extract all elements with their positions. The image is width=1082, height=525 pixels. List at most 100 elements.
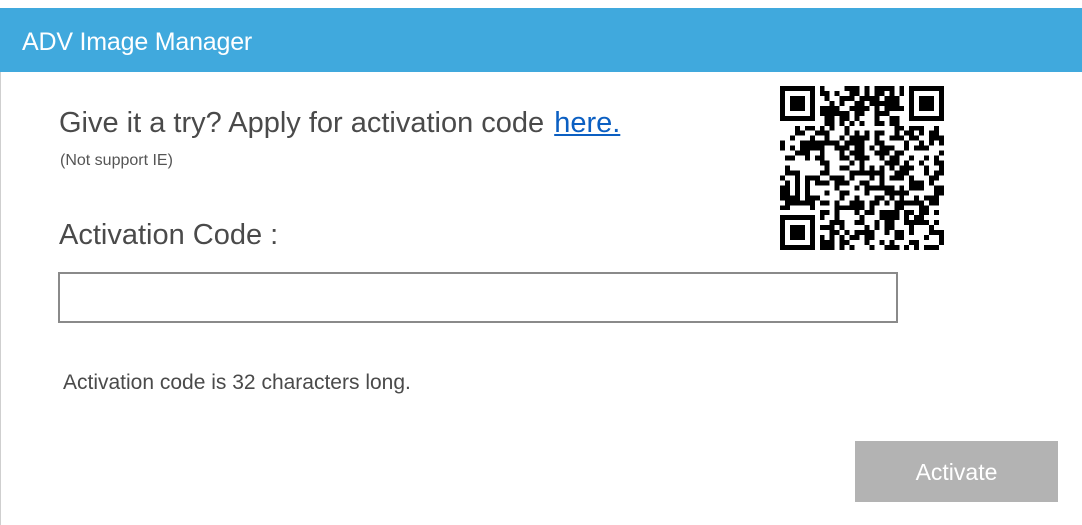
qr-module [939, 190, 944, 196]
qr-module [794, 86, 800, 91]
qr-module [899, 235, 905, 241]
qr-module [839, 155, 845, 161]
qr-module [839, 240, 845, 246]
qr-module [889, 105, 895, 111]
qr-module [914, 115, 920, 121]
qr-module [809, 95, 815, 101]
qr-module [924, 235, 930, 241]
qr-module [814, 180, 820, 186]
title-bar[interactable]: ADV Image Manager [0, 8, 1082, 72]
qr-module [844, 110, 850, 116]
qr-module [819, 245, 825, 250]
qr-module [829, 220, 835, 226]
qr-module [894, 130, 900, 136]
activation-code-input[interactable] [58, 272, 898, 323]
qr-module [789, 135, 795, 141]
qr-module [849, 135, 855, 141]
qr-module [854, 235, 860, 241]
qr-module [894, 230, 900, 236]
qr-module [804, 115, 810, 121]
qr-module [909, 200, 915, 206]
qr-module [780, 225, 785, 231]
apply-link[interactable]: here. [554, 107, 620, 139]
qr-module [780, 140, 785, 146]
qr-module [894, 175, 900, 181]
qr-module [854, 220, 860, 226]
activate-button[interactable]: Activate [855, 441, 1058, 502]
qr-module [879, 140, 885, 146]
qr-module [809, 125, 815, 131]
qr-module [829, 225, 835, 231]
qr-module [844, 130, 850, 136]
qr-module [934, 115, 940, 121]
qr-module [884, 110, 890, 116]
qr-module [824, 225, 830, 231]
qr-module [784, 180, 790, 186]
qr-module [854, 86, 860, 91]
qr-module [854, 105, 860, 111]
qr-module [874, 150, 880, 156]
qr-module [819, 110, 825, 116]
qr-module [824, 210, 830, 216]
qr-module [894, 210, 900, 216]
qr-module [884, 200, 890, 206]
qr-module [884, 160, 890, 166]
qr-module [780, 240, 785, 246]
qr-module [794, 215, 800, 221]
qr-module [929, 135, 935, 141]
qr-module [894, 105, 900, 111]
qr-module [799, 150, 805, 156]
qr-module [859, 110, 865, 116]
qr-module [869, 230, 875, 236]
qr-module [819, 180, 825, 186]
qr-module [934, 195, 940, 201]
qr-module [884, 145, 890, 151]
qr-module [839, 190, 845, 196]
qr-module [869, 235, 875, 241]
qr-module [929, 225, 935, 231]
qr-module [789, 200, 795, 206]
qr-module [839, 150, 845, 156]
qr-module [864, 235, 870, 241]
qr-module [889, 175, 895, 181]
qr-module [849, 170, 855, 176]
qr-module [919, 215, 925, 221]
qr-module [809, 240, 815, 246]
qr-module [934, 220, 940, 226]
qr-module [879, 170, 885, 176]
qr-module [894, 95, 900, 101]
qr-module [874, 135, 880, 141]
qr-module [879, 185, 885, 191]
qr-module [804, 215, 810, 221]
qr-module [919, 125, 925, 131]
qr-module [809, 230, 815, 236]
qr-module [869, 185, 875, 191]
qr-module [794, 230, 800, 236]
qr-module [889, 220, 895, 226]
qr-module [839, 175, 845, 181]
qr-module [780, 90, 785, 96]
qr-module [839, 95, 845, 101]
qr-module [824, 110, 830, 116]
qr-module [854, 210, 860, 216]
qr-module [824, 140, 830, 146]
qr-module [829, 140, 835, 146]
qr-module [879, 210, 885, 216]
qr-module [889, 145, 895, 151]
qr-module [859, 200, 865, 206]
qr-module [834, 185, 840, 191]
qr-module [804, 145, 810, 151]
qr-module [884, 150, 890, 156]
qr-module [854, 135, 860, 141]
qr-module [864, 225, 870, 231]
qr-module [819, 160, 825, 166]
qr-module [889, 86, 895, 91]
qr-module [819, 170, 825, 176]
qr-module [794, 180, 800, 186]
qr-module [819, 145, 825, 151]
qr-module [864, 190, 870, 196]
qr-module [869, 165, 875, 171]
qr-module [864, 86, 870, 91]
qr-module [924, 145, 930, 151]
qr-module [789, 145, 795, 151]
